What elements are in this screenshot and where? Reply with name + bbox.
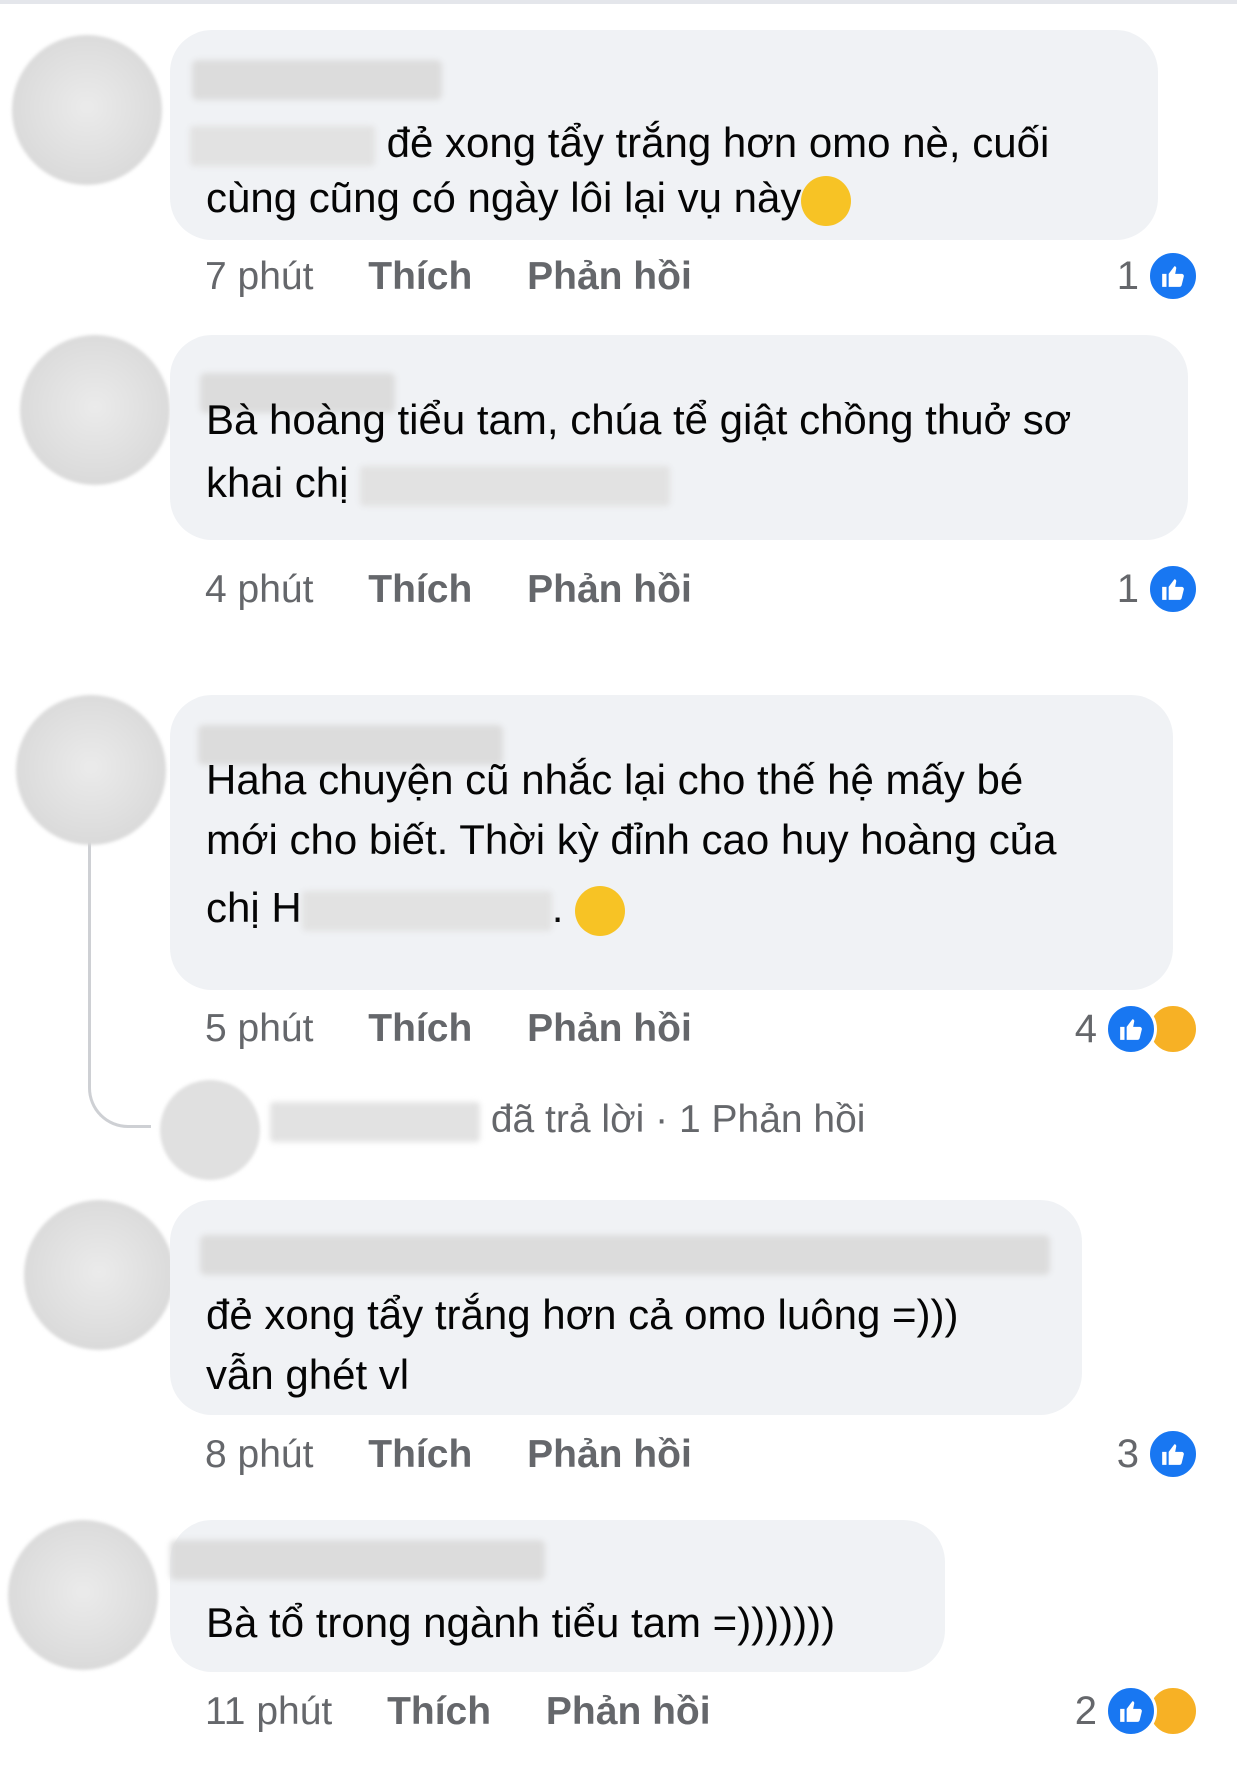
- reaction-summary[interactable]: 1: [1117, 563, 1199, 615]
- reaction-count: 2: [1074, 1688, 1097, 1733]
- mention-redacted[interactable]: [360, 465, 671, 506]
- comment-time[interactable]: 4 phút: [205, 568, 313, 611]
- reaction-summary[interactable]: 2: [1075, 1685, 1199, 1737]
- comment-time[interactable]: 7 phút: [205, 255, 313, 298]
- comment-text-line3: chị H.: [206, 873, 626, 943]
- comment-meta: 8 phút Thích Phản hồi: [205, 1433, 736, 1477]
- reaction-count: 3: [1116, 1431, 1139, 1476]
- like-action[interactable]: Thích: [387, 1690, 491, 1733]
- reaction-summary[interactable]: 1: [1117, 250, 1199, 302]
- comment-text: Bà tổ trong ngành tiểu tam =))))))): [206, 1599, 836, 1646]
- comment-bubble: Haha chuyện cũ nhắc lại cho thế hệ mấy b…: [170, 695, 1173, 990]
- comment-text-line2: khai chị: [206, 448, 671, 518]
- like-action[interactable]: Thích: [368, 1007, 472, 1050]
- like-icon: [1147, 563, 1199, 615]
- like-action[interactable]: Thích: [368, 1433, 472, 1476]
- reply-action[interactable]: Phản hồi: [527, 1433, 692, 1476]
- comment-bubble: Bà tổ trong ngành tiểu tam =))))))): [170, 1520, 945, 1672]
- like-icon: [1105, 1685, 1157, 1737]
- comment-meta: 4 phút Thích Phản hồi: [205, 568, 736, 612]
- thread-line: [88, 835, 151, 1128]
- avatar[interactable]: [8, 1520, 158, 1670]
- author-name-redacted[interactable]: [192, 60, 442, 100]
- comment-meta: 7 phút Thích Phản hồi: [205, 255, 736, 299]
- comment-time[interactable]: 11 phút: [205, 1690, 332, 1733]
- comment-bubble: đẻ xong tẩy trắng hơn omo nè, cuối cùng …: [170, 30, 1158, 240]
- like-icon: [1147, 1428, 1199, 1480]
- like-action[interactable]: Thích: [368, 255, 472, 298]
- avatar[interactable]: [12, 35, 162, 185]
- reaction-count: 1: [1116, 253, 1139, 298]
- avatar[interactable]: [24, 1200, 174, 1350]
- mention-redacted[interactable]: [190, 125, 375, 166]
- like-icon: [1147, 250, 1199, 302]
- like-icon: [1105, 1003, 1157, 1055]
- comment-bubble: đẻ xong tẩy trắng hơn cả omo luông =))) …: [170, 1200, 1082, 1415]
- comment-bubble: Bà hoàng tiểu tam, chúa tể giật chồng th…: [170, 335, 1188, 540]
- top-divider: [0, 0, 1237, 4]
- view-replies-link[interactable]: đã trả lời · 1 Phản hồi: [270, 1098, 865, 1142]
- avatar[interactable]: [16, 695, 166, 845]
- reply-action[interactable]: Phản hồi: [527, 568, 692, 611]
- comment-time[interactable]: 5 phút: [205, 1007, 313, 1050]
- comment-time[interactable]: 8 phút: [205, 1433, 313, 1476]
- reply-avatar[interactable]: [160, 1080, 260, 1180]
- comment-text-line2: mới cho biết. Thời kỳ đỉnh cao huy hoàng…: [206, 816, 1057, 863]
- comment-text-line2: vẫn ghét vl: [206, 1351, 410, 1398]
- replier-name-redacted: [270, 1101, 480, 1142]
- tears-of-joy-emoji-icon: [575, 885, 626, 936]
- reaction-count: 1: [1116, 566, 1139, 611]
- comment-text-line2: cùng cũng có ngày lôi lại vụ này: [206, 163, 852, 233]
- reply-action[interactable]: Phản hồi: [527, 1007, 692, 1050]
- comment-text: Bà hoàng tiểu tam, chúa tể giật chồng th…: [206, 396, 1072, 443]
- reaction-summary[interactable]: 3: [1117, 1428, 1199, 1480]
- author-name-redacted[interactable]: [170, 1540, 545, 1580]
- comment-meta: 11 phút Thích Phản hồi: [205, 1690, 755, 1734]
- reply-action[interactable]: Phản hồi: [546, 1690, 711, 1733]
- comment-meta: 5 phút Thích Phản hồi: [205, 1007, 736, 1051]
- rolling-laughing-emoji-icon: [801, 175, 852, 226]
- author-name-redacted[interactable]: [200, 1235, 1050, 1275]
- avatar[interactable]: [20, 335, 170, 485]
- mention-redacted[interactable]: [301, 890, 552, 931]
- reaction-summary[interactable]: 4: [1075, 1003, 1199, 1055]
- like-action[interactable]: Thích: [368, 568, 472, 611]
- reply-action[interactable]: Phản hồi: [527, 255, 692, 298]
- reaction-count: 4: [1074, 1006, 1097, 1051]
